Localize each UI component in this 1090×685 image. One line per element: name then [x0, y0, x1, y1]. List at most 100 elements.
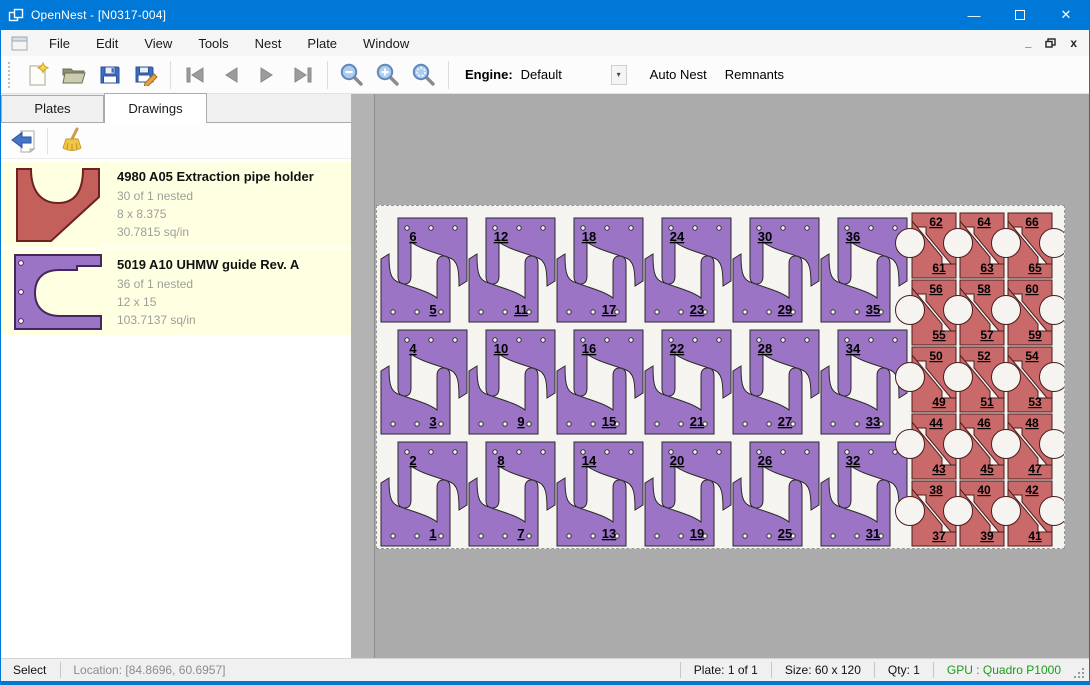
svg-text:65: 65 [1028, 261, 1042, 275]
tab-plates[interactable]: Plates [1, 95, 104, 122]
svg-text:36: 36 [846, 229, 860, 244]
mdi-restore-icon[interactable] [1045, 36, 1056, 51]
nested-pair: 1211 [469, 218, 555, 322]
svg-text:62: 62 [929, 215, 943, 229]
svg-text:40: 40 [977, 483, 991, 497]
nested-part-4[interactable]: 4 [398, 330, 467, 398]
nested-part-7[interactable] [469, 478, 538, 546]
auto-nest-button[interactable]: Auto Nest [641, 61, 716, 88]
app-window: OpenNest - [N0317-004] — ✕ FileEditViewT… [0, 0, 1090, 685]
mdi-close-icon[interactable]: x [1070, 36, 1077, 50]
svg-text:31: 31 [866, 526, 880, 541]
minimize-icon[interactable]: — [951, 0, 997, 30]
nested-part-22[interactable]: 22 [662, 330, 731, 398]
zoom-in-button[interactable] [370, 59, 406, 91]
maximize-icon[interactable] [997, 0, 1043, 30]
plate[interactable]: 6512111817242330293635431091615222128273… [376, 205, 1065, 549]
nested-part-24[interactable]: 24 [662, 218, 731, 286]
svg-text:64: 64 [977, 215, 991, 229]
zoom-fit-button[interactable] [406, 59, 442, 91]
nested-part-18[interactable]: 18 [574, 218, 643, 286]
nested-pair: 1817 [557, 218, 643, 322]
next-plate-button[interactable] [249, 59, 285, 91]
new-file-button[interactable] [20, 59, 56, 91]
panel-splitter[interactable] [351, 94, 375, 658]
svg-text:61: 61 [932, 261, 946, 275]
return-drawing-icon[interactable] [7, 126, 41, 156]
menu-tools[interactable]: Tools [185, 32, 241, 55]
nested-part-30[interactable]: 30 [750, 218, 819, 286]
status-size: Size: 60 x 120 [772, 663, 874, 677]
status-plate: Plate: 1 of 1 [681, 663, 771, 677]
red-part-circular-cutout [1040, 497, 1065, 526]
nested-part-6[interactable]: 6 [398, 218, 467, 286]
clear-drawings-icon[interactable] [54, 126, 88, 156]
save-as-button[interactable] [128, 59, 164, 91]
toolbar-grip[interactable] [8, 62, 13, 88]
nested-part-10[interactable]: 10 [486, 330, 555, 398]
previous-plate-button[interactable] [213, 59, 249, 91]
menu-nest[interactable]: Nest [242, 32, 295, 55]
red-part-circular-cutout [992, 296, 1021, 325]
red-part-circular-cutout [896, 296, 925, 325]
nested-part-16[interactable]: 16 [574, 330, 643, 398]
nested-pair: 2019 [645, 442, 731, 546]
red-part-circular-cutout [944, 296, 973, 325]
tab-drawings[interactable]: Drawings [104, 93, 207, 123]
nested-part-36[interactable]: 36 [838, 218, 907, 286]
close-icon[interactable]: ✕ [1043, 0, 1089, 30]
nested-pair: 21 [381, 442, 467, 546]
nested-part-5[interactable] [381, 254, 450, 322]
nested-part-8[interactable]: 8 [486, 442, 555, 510]
engine-value[interactable]: Default [521, 67, 611, 82]
engine-dropdown-icon[interactable]: ▾ [611, 65, 627, 85]
svg-text:35: 35 [866, 302, 880, 317]
svg-text:51: 51 [980, 395, 994, 409]
first-plate-button[interactable] [177, 59, 213, 91]
menu-plate[interactable]: Plate [294, 32, 350, 55]
mdi-minimize-icon[interactable]: _ [1025, 40, 1031, 46]
nested-part-28[interactable]: 28 [750, 330, 819, 398]
menu-file[interactable]: File [36, 32, 83, 55]
nested-part-20[interactable]: 20 [662, 442, 731, 510]
status-bar: Select Location: [84.8696, 60.6957] Plat… [1, 658, 1089, 681]
nested-part-9[interactable] [469, 366, 538, 434]
last-plate-button[interactable] [285, 59, 321, 91]
nested-part-26[interactable]: 26 [750, 442, 819, 510]
nested-part-34[interactable]: 34 [838, 330, 907, 398]
svg-text:16: 16 [582, 341, 596, 356]
menu-window[interactable]: Window [350, 32, 422, 55]
nested-part-32[interactable]: 32 [838, 442, 907, 510]
window-title: OpenNest - [N0317-004] [31, 8, 166, 22]
svg-text:10: 10 [494, 341, 508, 356]
nested-part-1[interactable] [381, 478, 450, 546]
nested-part-14[interactable]: 14 [574, 442, 643, 510]
zoom-out-button[interactable] [334, 59, 370, 91]
save-button[interactable] [92, 59, 128, 91]
nested-part-12[interactable]: 12 [486, 218, 555, 286]
menu-view[interactable]: View [131, 32, 185, 55]
menu-edit[interactable]: Edit [83, 32, 131, 55]
nested-pair: 32 31 [821, 442, 907, 546]
svg-text:2: 2 [409, 453, 416, 468]
nested-part-3[interactable] [381, 366, 450, 434]
open-file-button[interactable] [56, 59, 92, 91]
drawing-item[interactable]: 5019 A10 UHMW guide Rev. A36 of 1 nested… [1, 250, 351, 335]
nested-part-2[interactable]: 2 [398, 442, 467, 510]
remnants-button[interactable]: Remnants [716, 61, 793, 88]
svg-text:34: 34 [846, 341, 861, 356]
nested-pair: 65 [381, 218, 467, 322]
red-part-circular-cutout [1040, 296, 1065, 325]
drawing-thumbnail [7, 253, 111, 333]
svg-text:49: 49 [932, 395, 946, 409]
tab-strip: PlatesDrawings [1, 94, 351, 123]
drawing-item[interactable]: 4980 A05 Extraction pipe holder30 of 1 n… [1, 162, 351, 247]
red-part-circular-cutout [1040, 363, 1065, 392]
drawing-info: 5019 A10 UHMW guide Rev. A36 of 1 nested… [111, 257, 345, 329]
drawing-area: 103.7137 sq/in [117, 311, 345, 329]
resize-grip[interactable] [1074, 667, 1086, 679]
document-window-icon[interactable] [11, 36, 28, 51]
nest-canvas[interactable]: 6512111817242330293635431091615222128273… [375, 94, 1089, 658]
svg-text:27: 27 [778, 414, 792, 429]
red-part-circular-cutout [992, 229, 1021, 258]
